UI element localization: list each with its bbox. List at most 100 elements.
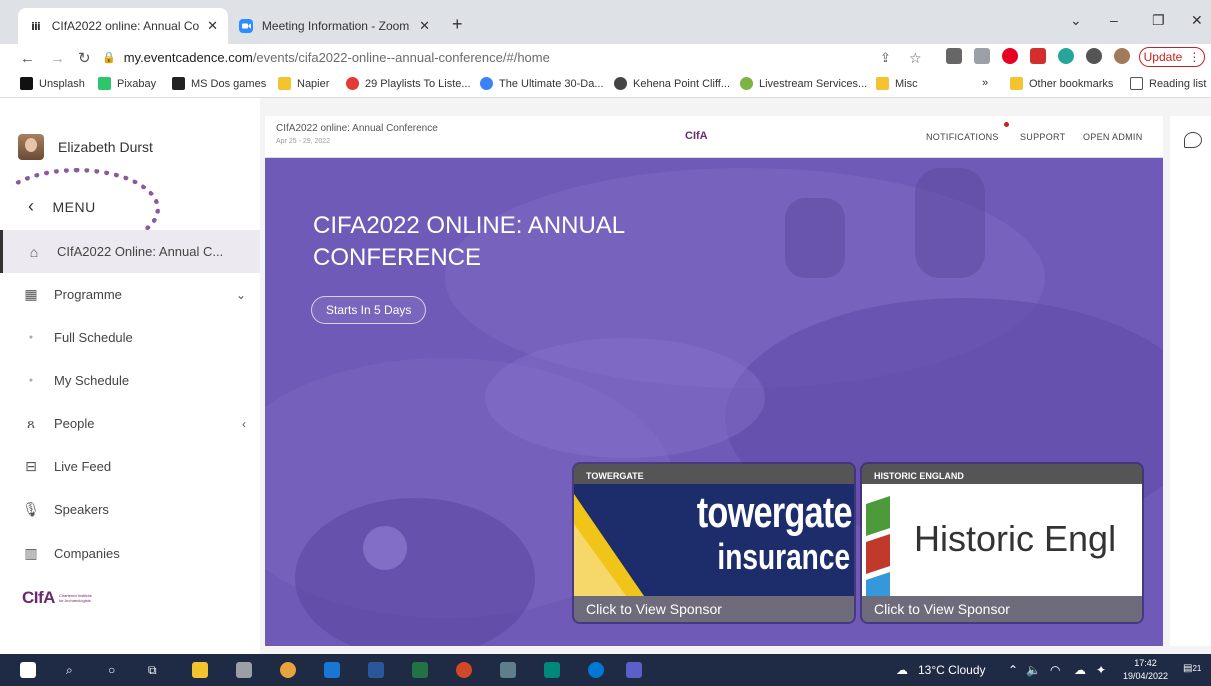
teams-icon[interactable] [626,662,642,678]
update-button[interactable]: Update ⋮ [1139,47,1205,67]
page: Elizabeth Durst ‹ MENU ⌂ CIfA2022 Online… [0,98,1211,654]
bookmark-item[interactable]: Livestream Services... [740,77,867,90]
bookmark-item[interactable]: Unsplash [20,77,85,90]
clock[interactable]: 17:42 19/04/2022 [1123,657,1168,683]
sponsor-card-towergate[interactable]: towergate insurance TOWERGATE Click to V… [574,464,854,622]
bookmark-item[interactable]: The Ultimate 30-Da... [480,77,604,90]
profile-avatar-icon[interactable] [1114,48,1130,64]
sidebar-item-programme[interactable]: ▦ Programme ⌄ [0,273,260,316]
bookmark-label: 29 Playlists To Liste... [365,77,471,90]
pixabay-icon [98,77,111,90]
reload-icon[interactable]: ↻ [78,49,91,67]
sidebar-item-my-schedule[interactable]: ● My Schedule [0,359,260,402]
bookmarks-overflow-button[interactable]: » [982,77,988,89]
sidebar-item-label: My Schedule [54,373,130,388]
chat-icon[interactable] [1184,132,1202,148]
task-view-icon[interactable]: ⧉ [148,663,157,678]
sidebar-item-home[interactable]: ⌂ CIfA2022 Online: Annual C... [0,230,260,273]
notifications-link[interactable]: NOTIFICATIONS [926,132,999,142]
minimize-icon[interactable]: – [1110,12,1118,28]
app-icon[interactable] [236,662,252,678]
app-icon[interactable] [544,662,560,678]
windows-start-icon[interactable] [20,662,36,678]
network-icon[interactable]: ◠ [1050,663,1060,677]
clock-date: 19/04/2022 [1123,671,1169,681]
outlook-icon[interactable] [324,662,340,678]
edge-icon[interactable] [588,662,604,678]
volume-icon[interactable]: 🔈 [1026,663,1041,677]
forward-icon[interactable]: → [50,50,65,67]
back-icon[interactable]: ← [20,50,35,67]
other-bookmarks[interactable]: Other bookmarks [1010,77,1113,90]
bookmark-label: Reading list [1149,77,1207,90]
sidebar-item-people[interactable]: ጸ People ‹ [0,402,260,445]
close-window-icon[interactable]: ✕ [1191,12,1203,29]
bookmark-label: The Ultimate 30-Da... [499,77,604,90]
share-icon[interactable]: ⇪ [880,50,891,66]
bookmark-label: Pixabay [117,77,157,90]
notification-dot [1004,122,1009,127]
tab-cifa[interactable]: ⅲ CIfA2022 online: Annual Confere ✕ [18,8,228,44]
microphone-icon: 🎙 [22,501,40,517]
cortana-icon[interactable]: ○ [108,663,115,677]
bookmark-item[interactable]: Napier [278,77,329,90]
weather-text[interactable]: 13°C Cloudy [918,663,986,677]
bookmark-item[interactable]: Misc [876,77,918,90]
extension-icon[interactable] [946,48,962,64]
sidebar-item-label: Companies [54,546,120,561]
restore-icon[interactable]: ❐ [1152,12,1165,29]
support-link[interactable]: SUPPORT [1020,132,1065,142]
new-tab-button[interactable]: + [452,14,463,35]
open-admin-link[interactable]: OPEN ADMIN [1083,132,1143,142]
sidebar-item-full-schedule[interactable]: ● Full Schedule [0,316,260,359]
sponsor-card-historic-england[interactable]: Historic Engl HISTORIC ENGLAND Click to … [862,464,1142,622]
tab-zoom[interactable]: Meeting Information - Zoom ✕ [228,8,440,44]
update-label: Update [1143,50,1183,64]
tray-chevron-icon[interactable]: ⌃ [1008,663,1018,677]
event-dates: Apr 25 - 29, 2022 [276,138,331,145]
pinterest-icon[interactable] [1002,48,1018,64]
user-profile[interactable]: Elizabeth Durst [18,134,153,160]
url-host: my.eventcadence.com [123,49,253,65]
view-sponsor-link[interactable]: Click to View Sponsor [574,596,854,622]
tab-search-icon[interactable]: ⌄ [1070,12,1082,29]
tray-app-icon[interactable]: ✦ [1096,663,1106,677]
bookmark-item[interactable]: Pixabay [98,77,156,90]
excel-icon[interactable] [412,662,428,678]
kebab-menu-icon: ⋮ [1188,50,1201,64]
extension-icon[interactable] [1058,48,1074,64]
close-tab-icon[interactable]: ✕ [207,18,218,34]
sidebar-item-live-feed[interactable]: ⊟ Live Feed [0,445,260,488]
countdown-button[interactable]: Starts In 5 Days [311,296,427,324]
sidebar-item-label: CIfA2022 Online: Annual C... [57,244,224,259]
sidebar-item-speakers[interactable]: 🎙 Speakers [0,488,260,531]
sidebar: Elizabeth Durst ‹ MENU ⌂ CIfA2022 Online… [0,98,260,654]
chevron-left-icon: ‹ [28,196,35,216]
bookmark-item[interactable]: 29 Playlists To Liste... [346,77,471,90]
sidebar-item-label: Live Feed [54,459,112,474]
view-sponsor-link[interactable]: Click to View Sponsor [862,596,1142,622]
word-icon[interactable] [368,662,384,678]
cloud-icon[interactable]: ☁ [1074,663,1086,677]
address-bar[interactable]: 🔒 my.eventcadence.com/events/cifa2022-on… [102,44,872,70]
bookmark-label: Unsplash [39,77,85,90]
reading-list[interactable]: Reading list [1130,77,1206,90]
file-explorer-icon[interactable] [192,662,208,678]
bookmark-item[interactable]: MS Dos games [172,77,266,90]
bookmark-star-icon[interactable]: ☆ [909,50,922,67]
menu-back-button[interactable]: ‹ MENU [28,196,96,217]
search-icon[interactable]: ⌕ [66,663,73,678]
sidebar-item-companies[interactable]: ▥ Companies [0,532,260,575]
pdf-icon[interactable] [1030,48,1046,64]
powerpoint-icon[interactable] [456,662,472,678]
extension-icon[interactable] [974,48,990,64]
logo-subtitle: Chartered Institute for Archaeologists [58,593,92,603]
bookmark-item[interactable]: Kehena Point Cliff... [614,77,730,90]
close-tab-icon[interactable]: ✕ [419,18,430,34]
calculator-icon[interactable] [500,662,516,678]
notification-center-icon[interactable]: ▤21 [1183,663,1201,674]
sidebar-item-label: Speakers [54,502,109,517]
bullet-icon: ● [28,334,34,341]
puzzle-icon[interactable] [1086,48,1102,64]
chrome-icon[interactable] [280,662,296,678]
